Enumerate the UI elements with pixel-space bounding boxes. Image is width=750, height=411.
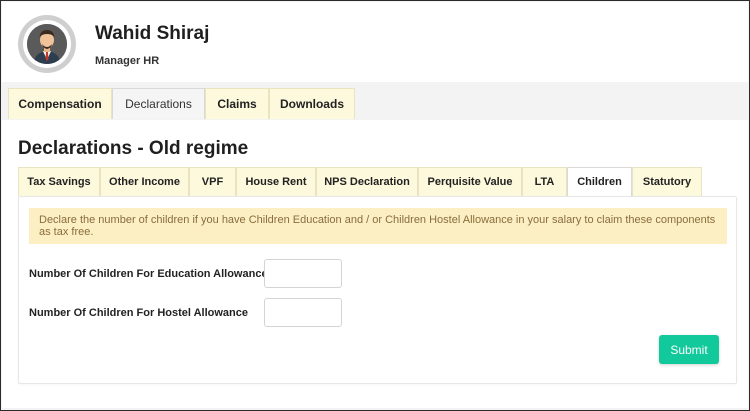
tab-house-rent[interactable]: House Rent [236, 167, 316, 196]
children-declaration-panel: Declare the number of children if you ha… [18, 196, 737, 384]
user-name: Wahid Shiraj [95, 23, 210, 44]
tab-downloads[interactable]: Downloads [269, 88, 355, 119]
tab-perquisite-value[interactable]: Perquisite Value [418, 167, 522, 196]
declaration-tab-bar: Tax Savings Other Income VPF House Rent … [18, 167, 738, 197]
hostel-allowance-input[interactable] [264, 298, 342, 327]
avatar [18, 15, 76, 73]
education-allowance-label: Number Of Children For Education Allowan… [29, 268, 268, 280]
tab-declarations[interactable]: Declarations [112, 88, 205, 119]
hostel-allowance-label: Number Of Children For Hostel Allowance [29, 307, 249, 319]
main-tab-bar: Compensation Declarations Claims Downloa… [2, 82, 748, 120]
tab-claims[interactable]: Claims [205, 88, 269, 119]
user-title: Manager HR [95, 55, 160, 67]
tab-compensation[interactable]: Compensation [8, 88, 112, 119]
tab-lta[interactable]: LTA [522, 167, 567, 196]
app-window: Wahid Shiraj Manager HR Compensation Dec… [0, 0, 750, 411]
tab-nps-declaration[interactable]: NPS Declaration [316, 167, 418, 196]
declarations-content: Declarations - Old regime Tax Savings Ot… [2, 120, 748, 408]
page-title: Declarations - Old regime [18, 138, 249, 159]
submit-button[interactable]: Submit [659, 335, 719, 364]
education-allowance-input[interactable] [264, 259, 342, 288]
tab-vpf[interactable]: VPF [189, 167, 236, 196]
info-alert: Declare the number of children if you ha… [29, 208, 727, 244]
tab-statutory[interactable]: Statutory [632, 167, 702, 196]
profile-header: Wahid Shiraj Manager HR [2, 2, 748, 82]
user-avatar-icon [27, 24, 67, 64]
tab-tax-savings[interactable]: Tax Savings [18, 167, 100, 196]
tab-other-income[interactable]: Other Income [100, 167, 189, 196]
tab-children[interactable]: Children [567, 167, 632, 197]
